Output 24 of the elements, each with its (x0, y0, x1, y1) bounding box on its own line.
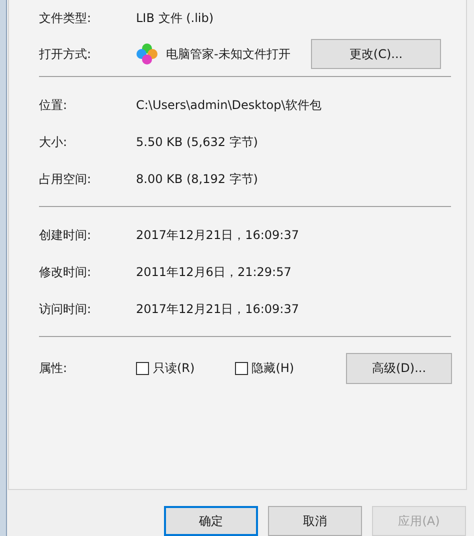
field-value: C:\Users\admin\Desktop\软件包 (136, 97, 322, 114)
dialog-button[interactable]: 确定 (164, 506, 258, 536)
field-label: 属性: (39, 360, 68, 376)
dialog-button[interactable]: 取消 (268, 506, 362, 536)
field-value: 2017年12月21日，16:09:37 (136, 227, 299, 244)
field-label: 大小: (39, 134, 68, 151)
field-label: 占用空间: (39, 171, 92, 188)
field-label: 访问时间: (39, 301, 92, 318)
field-label: 打开方式: (39, 46, 92, 62)
field-value: 5.50 KB (5,632 字节) (136, 134, 258, 151)
advanced-button[interactable]: 高级(D)... (346, 352, 452, 384)
checkbox[interactable]: 隐藏(H) (234, 360, 294, 376)
field-label: 文件类型: (39, 10, 92, 26)
field-value: 电脑管家-未知文件打开 (166, 46, 290, 62)
field-label: 修改时间: (39, 264, 92, 281)
field-value: 2011年12月6日，21:29:57 (136, 264, 292, 281)
field-value: 2017年12月21日，16:09:37 (136, 301, 299, 318)
field-label: 位置: (39, 97, 68, 114)
field-value: LIB 文件 (.lib) (136, 10, 214, 26)
checkbox[interactable]: 只读(R) (136, 360, 195, 376)
clover-icon (136, 43, 158, 65)
change-button[interactable]: 更改(C)... (311, 39, 441, 69)
field-label: 创建时间: (39, 227, 92, 244)
field-value: 8.00 KB (8,192 字节) (136, 171, 258, 188)
